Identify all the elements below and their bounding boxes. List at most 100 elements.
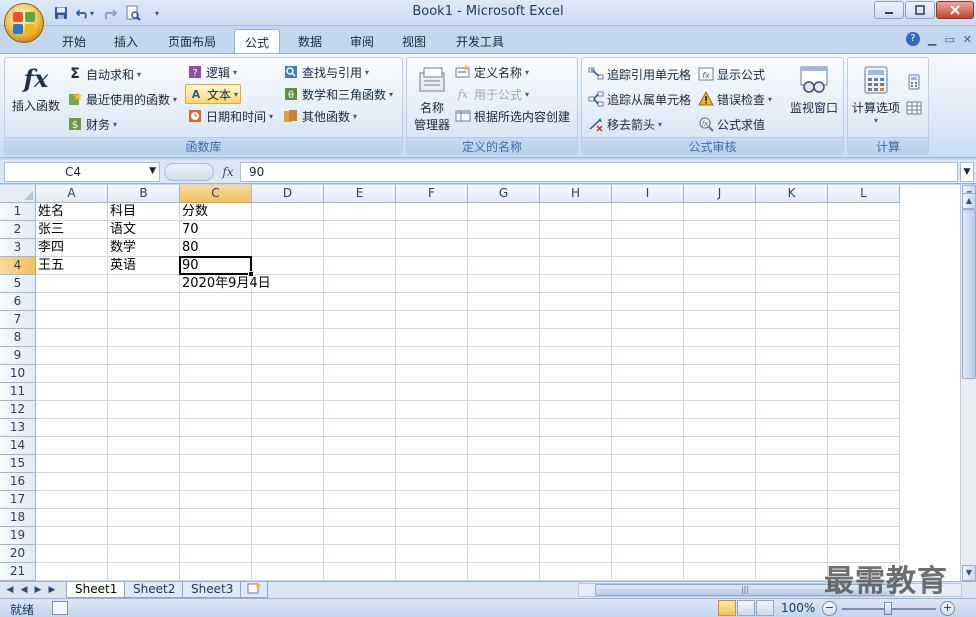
row-header[interactable]: 4 (0, 257, 36, 275)
column-header[interactable]: J (684, 185, 756, 203)
cell-H3[interactable] (540, 239, 612, 257)
cell-L16[interactable] (828, 473, 900, 491)
minimize-ribbon-icon[interactable]: ▁ (928, 33, 936, 46)
cell-G11[interactable] (468, 383, 540, 401)
cell-K15[interactable] (756, 455, 828, 473)
cell-H5[interactable] (540, 275, 612, 293)
cell-B20[interactable] (108, 545, 180, 563)
column-header[interactable]: D (252, 185, 324, 203)
calculate-sheet-button[interactable] (906, 98, 922, 118)
cell-G6[interactable] (468, 293, 540, 311)
cell-E21[interactable] (324, 563, 396, 581)
insert-sheet-button[interactable] (240, 582, 268, 598)
cell-F21[interactable] (396, 563, 468, 581)
cell-H13[interactable] (540, 419, 612, 437)
tab-view[interactable]: 视图 (392, 29, 436, 53)
cell-H17[interactable] (540, 491, 612, 509)
vertical-scroll-thumb[interactable] (962, 209, 976, 379)
cell-B5[interactable] (108, 275, 180, 293)
column-header[interactable]: H (540, 185, 612, 203)
cell-H9[interactable] (540, 347, 612, 365)
cell-B17[interactable] (108, 491, 180, 509)
cell-A2[interactable]: 张三 (36, 221, 108, 239)
cell-C13[interactable] (180, 419, 252, 437)
office-button[interactable] (4, 3, 44, 43)
cell-H15[interactable] (540, 455, 612, 473)
trace-precedents-button[interactable]: 追踪引用单元格 (588, 64, 691, 84)
cell-E9[interactable] (324, 347, 396, 365)
minimize-button[interactable] (874, 1, 904, 19)
cell-J21[interactable] (684, 563, 756, 581)
cell-F16[interactable] (396, 473, 468, 491)
row-header[interactable]: 12 (0, 401, 36, 419)
sheet-tab-3[interactable]: Sheet3 (182, 582, 243, 598)
zoom-slider-thumb[interactable] (884, 602, 892, 615)
cell-J19[interactable] (684, 527, 756, 545)
cell-A10[interactable] (36, 365, 108, 383)
cell-E18[interactable] (324, 509, 396, 527)
cell-D13[interactable] (252, 419, 324, 437)
cell-G8[interactable] (468, 329, 540, 347)
row-header[interactable]: 5 (0, 275, 36, 293)
cell-F12[interactable] (396, 401, 468, 419)
cell-I20[interactable] (612, 545, 684, 563)
cell-K7[interactable] (756, 311, 828, 329)
cell-A16[interactable] (36, 473, 108, 491)
cell-E19[interactable] (324, 527, 396, 545)
zoom-level[interactable]: 100% (781, 601, 815, 615)
column-header[interactable]: C (180, 185, 252, 203)
cell-G14[interactable] (468, 437, 540, 455)
column-header[interactable]: I (612, 185, 684, 203)
cell-E12[interactable] (324, 401, 396, 419)
recent-functions-button[interactable]: 最近使用的函数 ▾ (67, 89, 177, 109)
cell-D4[interactable] (252, 257, 324, 275)
cell-C3[interactable]: 80 (180, 239, 252, 257)
cell-D1[interactable] (252, 203, 324, 221)
cell-G5[interactable] (468, 275, 540, 293)
cell-C11[interactable] (180, 383, 252, 401)
cell-J8[interactable] (684, 329, 756, 347)
cell-F17[interactable] (396, 491, 468, 509)
cell-I19[interactable] (612, 527, 684, 545)
cell-I1[interactable] (612, 203, 684, 221)
cell-I7[interactable] (612, 311, 684, 329)
cell-F19[interactable] (396, 527, 468, 545)
row-header[interactable]: 3 (0, 239, 36, 257)
text-functions-button[interactable]: A 文本 ▾ (185, 84, 242, 104)
cell-B4[interactable]: 英语 (108, 257, 180, 275)
cell-L5[interactable] (828, 275, 900, 293)
cell-F13[interactable] (396, 419, 468, 437)
cell-L17[interactable] (828, 491, 900, 509)
cell-G3[interactable] (468, 239, 540, 257)
cell-G21[interactable] (468, 563, 540, 581)
cell-A19[interactable] (36, 527, 108, 545)
cell-J4[interactable] (684, 257, 756, 275)
cell-E7[interactable] (324, 311, 396, 329)
cell-I12[interactable] (612, 401, 684, 419)
cell-B18[interactable] (108, 509, 180, 527)
cell-D20[interactable] (252, 545, 324, 563)
cell-B1[interactable]: 科目 (108, 203, 180, 221)
scroll-up-icon[interactable]: ▲ (962, 193, 976, 209)
cell-A6[interactable] (36, 293, 108, 311)
cell-C19[interactable] (180, 527, 252, 545)
cell-H12[interactable] (540, 401, 612, 419)
row-header[interactable]: 6 (0, 293, 36, 311)
row-header[interactable]: 13 (0, 419, 36, 437)
cell-F9[interactable] (396, 347, 468, 365)
column-header[interactable]: B (108, 185, 180, 203)
cell-A18[interactable] (36, 509, 108, 527)
cell-L10[interactable] (828, 365, 900, 383)
name-box[interactable]: C4 ▼ (4, 162, 160, 182)
cell-E1[interactable] (324, 203, 396, 221)
cell-B6[interactable] (108, 293, 180, 311)
insert-function-fx-button[interactable]: fx (218, 163, 238, 181)
row-header[interactable]: 14 (0, 437, 36, 455)
cell-K2[interactable] (756, 221, 828, 239)
cell-C9[interactable] (180, 347, 252, 365)
cell-I11[interactable] (612, 383, 684, 401)
cell-H2[interactable] (540, 221, 612, 239)
name-manager-button[interactable]: 名称 管理器 (410, 64, 454, 133)
cell-C1[interactable]: 分数 (180, 203, 252, 221)
cell-L19[interactable] (828, 527, 900, 545)
